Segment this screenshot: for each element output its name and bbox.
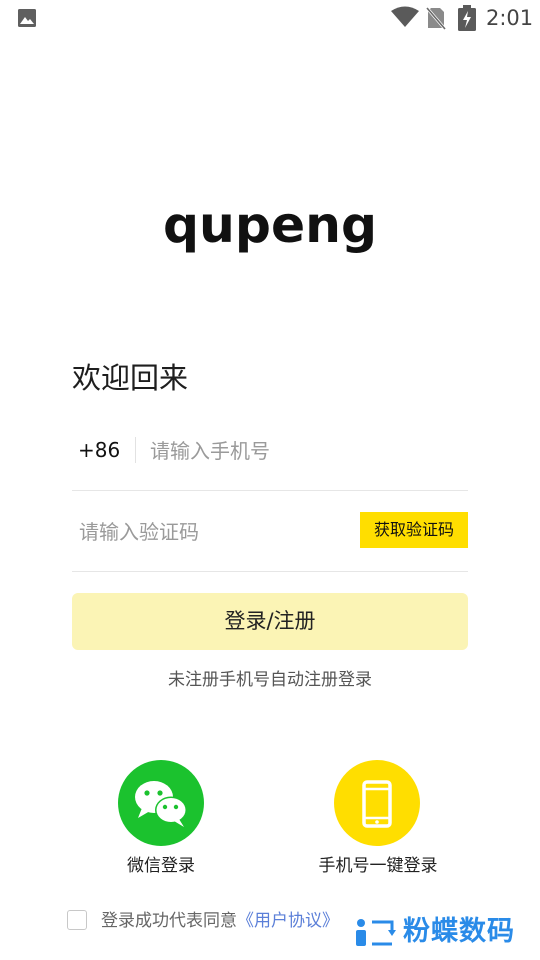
logo-text: qupeng	[163, 200, 377, 254]
status-time: 2:01	[486, 6, 534, 30]
get-code-button[interactable]: 获取验证码	[360, 512, 468, 548]
watermark-text: 粉蝶数码	[403, 916, 515, 947]
battery-charging-icon	[458, 5, 476, 31]
one-click-phone-login-button[interactable]	[334, 760, 420, 846]
no-sim-icon	[426, 7, 446, 30]
wifi-icon	[391, 6, 419, 27]
code-divider	[72, 571, 468, 572]
agreement-text: 登录成功代表同意《用户协议》	[101, 908, 339, 934]
phone-input[interactable]	[150, 436, 450, 466]
wechat-login-button[interactable]	[118, 760, 204, 846]
image-icon	[18, 9, 36, 27]
verification-code-input[interactable]	[79, 517, 339, 547]
welcome-title: 欢迎回来	[72, 361, 189, 395]
wechat-login-label[interactable]: 微信登录	[101, 853, 221, 879]
user-agreement-link[interactable]: 《用户协议》	[237, 911, 339, 931]
mobile-phone-icon	[362, 780, 392, 828]
status-bar: 2:01	[0, 0, 540, 36]
login-register-button[interactable]: 登录/注册	[72, 593, 468, 650]
auto-register-hint: 未注册手机号自动注册登录	[168, 670, 372, 690]
agreement-prefix: 登录成功代表同意	[101, 911, 237, 931]
phone-divider	[72, 490, 468, 491]
one-click-phone-login-label[interactable]: 手机号一键登录	[298, 853, 458, 879]
wechat-icon	[135, 781, 187, 827]
country-code-selector[interactable]: +86	[78, 436, 120, 464]
app-logo: qupeng	[163, 200, 377, 254]
country-code-divider	[135, 437, 136, 463]
agreement-checkbox[interactable]	[67, 910, 87, 930]
